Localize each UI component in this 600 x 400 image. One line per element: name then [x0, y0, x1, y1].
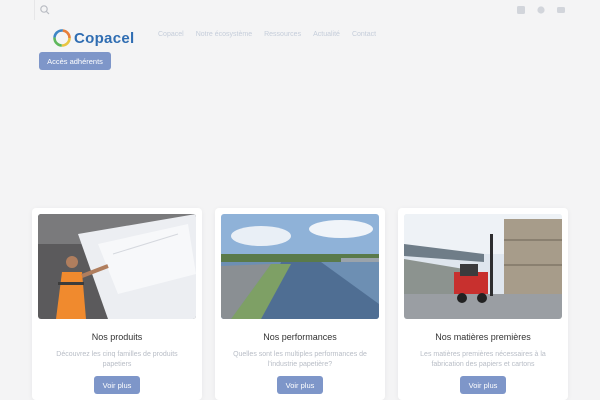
card-description: Les matières premières nécessaires à la … [420, 351, 546, 368]
logo[interactable]: Copacel [52, 28, 134, 48]
card-performances: Nos performances Quelles sont les multip… [215, 208, 385, 400]
voir-plus-button[interactable]: Voir plus [460, 376, 506, 394]
card-image-performances[interactable] [221, 214, 379, 319]
logo-text: Copacel [74, 29, 135, 47]
card-description: Découvrez les cinq familles de produits … [56, 351, 178, 368]
worker-paper-image [38, 214, 196, 319]
youtube-icon[interactable] [556, 5, 566, 15]
card-description: Quelles sont les multiples performances … [233, 351, 367, 368]
card-produits: Nos produits Découvrez les cinq familles… [32, 208, 202, 400]
twitter-icon[interactable] [536, 5, 546, 15]
voir-plus-button[interactable]: Voir plus [94, 376, 140, 394]
search-icon[interactable] [38, 3, 52, 17]
linkedin-icon[interactable] [516, 5, 526, 15]
nav-item-ecosysteme[interactable]: Notre écosystème [196, 31, 252, 38]
card-title: Nos matières premières [435, 332, 531, 342]
nav-item-actualite[interactable]: Actualité [313, 31, 340, 38]
forklift-bales-image [404, 214, 562, 319]
top-bar [0, 0, 600, 20]
voir-plus-button[interactable]: Voir plus [277, 376, 323, 394]
copacel-logo-mark-icon [53, 29, 71, 47]
card-image-produits[interactable] [38, 214, 196, 319]
nav-item-contact[interactable]: Contact [352, 31, 376, 38]
card-title: Nos performances [263, 332, 337, 342]
card-matieres-premieres: Nos matières premières Les matières prem… [398, 208, 568, 400]
nav-item-ressources[interactable]: Ressources [264, 31, 301, 38]
card-title: Nos produits [91, 332, 143, 342]
river-landscape-image [221, 214, 379, 319]
adherents-button[interactable]: Accès adhérents [39, 52, 111, 70]
top-bar-divider [34, 0, 35, 20]
card-image-matieres-premieres[interactable] [404, 214, 562, 319]
main-nav: Copacel Notre écosystème Ressources Actu… [158, 31, 376, 38]
nav-item-copacel[interactable]: Copacel [158, 31, 184, 38]
